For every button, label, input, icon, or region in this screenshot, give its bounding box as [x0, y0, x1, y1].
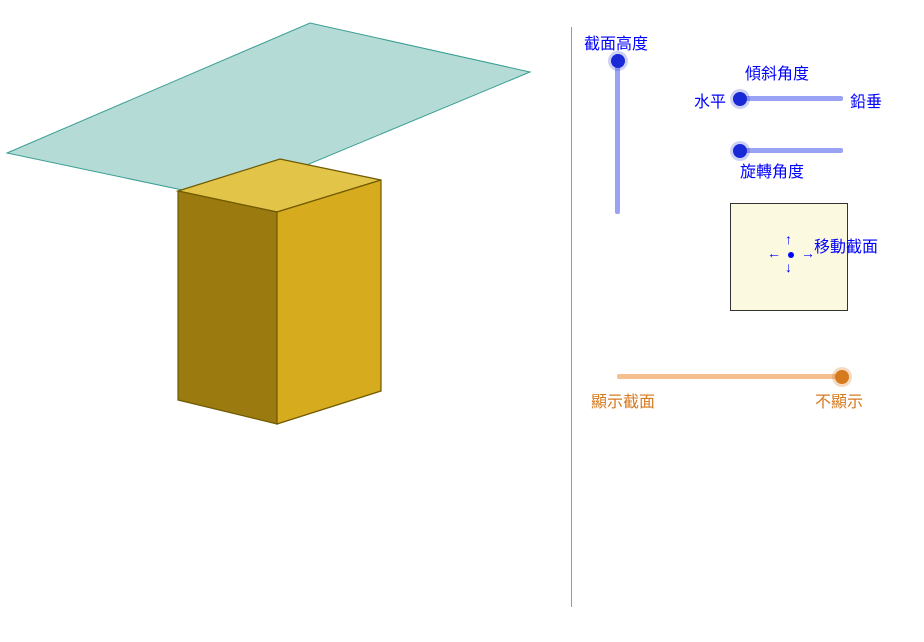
rotate-slider-label: 旋轉角度	[740, 158, 804, 182]
joystick-center-dot[interactable]	[788, 252, 794, 258]
tilt-left-label: 水平	[694, 88, 726, 112]
rotate-slider[interactable]	[733, 148, 843, 153]
joystick-label: 移動截面	[814, 233, 878, 257]
tilt-slider[interactable]	[733, 96, 843, 101]
rectangular-prism	[178, 159, 381, 424]
scene-svg	[0, 0, 570, 637]
visibility-right-label: 不顯示	[815, 388, 863, 412]
height-slider[interactable]	[615, 54, 620, 214]
arrow-right-icon[interactable]: →	[801, 246, 815, 260]
viewport-3d[interactable]	[0, 0, 570, 637]
panel-divider	[571, 27, 572, 607]
height-slider-thumb[interactable]	[611, 54, 625, 68]
visibility-slider-thumb[interactable]	[835, 370, 849, 384]
visibility-slider-track	[617, 374, 842, 379]
arrow-left-icon[interactable]: ←	[767, 246, 781, 260]
controls-panel: 截面高度 傾斜角度 水平 鉛垂 旋轉角度 ↑ ↓ ← → 移動截面 顯示截面 不…	[575, 0, 924, 637]
arrow-up-icon[interactable]: ↑	[785, 232, 792, 246]
height-slider-track	[615, 54, 620, 214]
move-joystick[interactable]: ↑ ↓ ← →	[730, 203, 848, 311]
visibility-left-label: 顯示截面	[591, 388, 655, 412]
tilt-slider-label: 傾斜角度	[745, 60, 809, 84]
visibility-slider[interactable]	[617, 374, 842, 379]
arrow-down-icon[interactable]: ↓	[785, 260, 792, 274]
tilt-right-label: 鉛垂	[850, 88, 882, 112]
rotate-slider-thumb[interactable]	[733, 144, 747, 158]
tilt-slider-thumb[interactable]	[733, 92, 747, 106]
